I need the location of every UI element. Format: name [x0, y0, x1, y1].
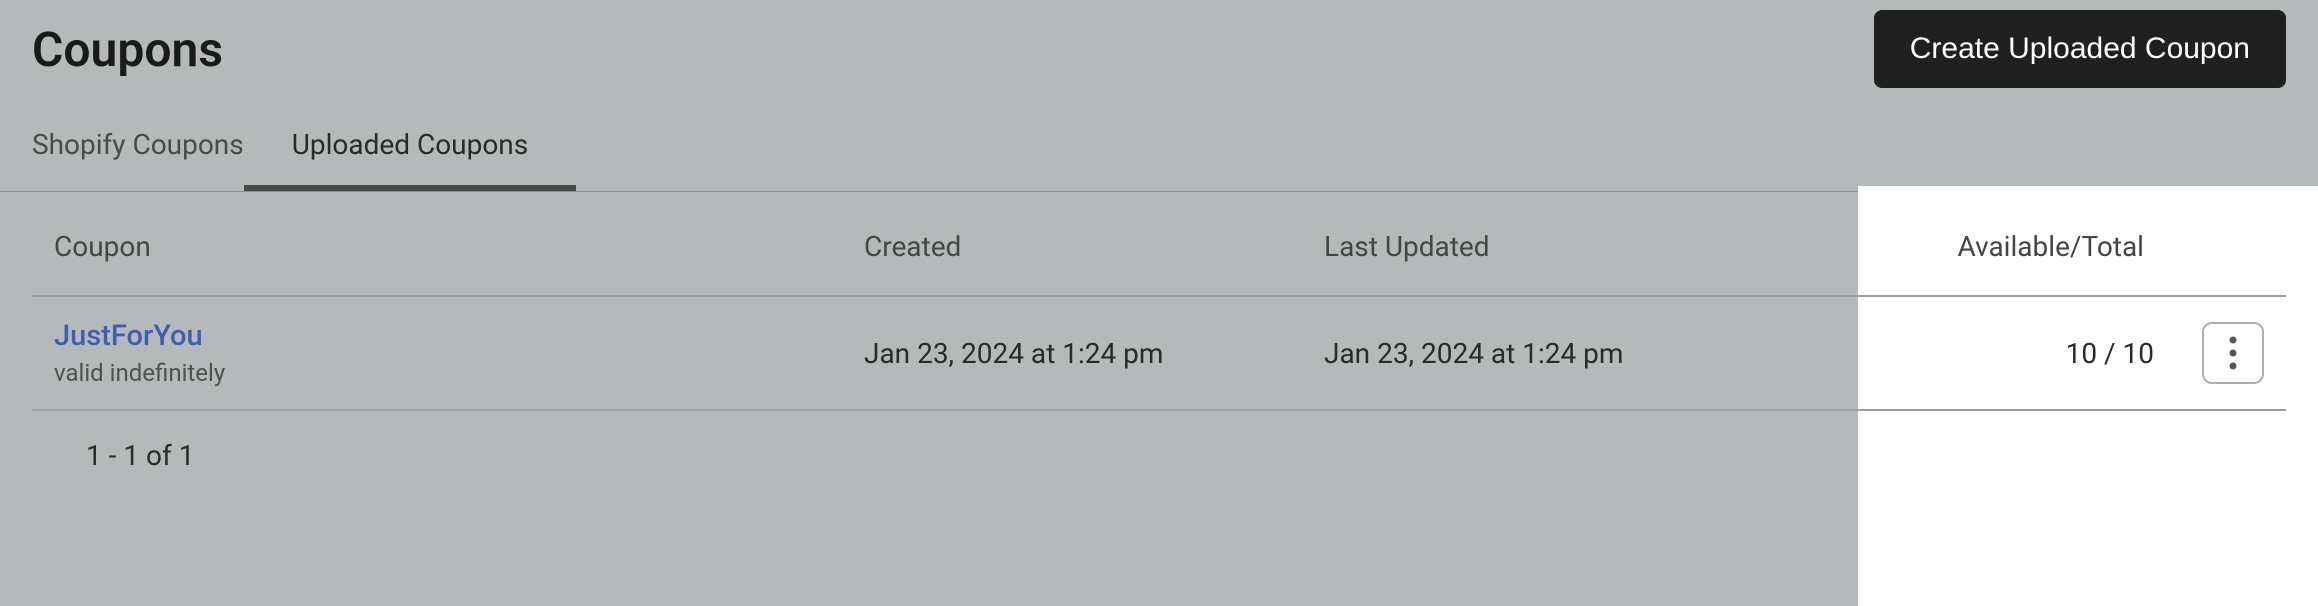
tabs: Shopify Coupons Uploaded Coupons — [0, 88, 2318, 192]
create-uploaded-coupon-button[interactable]: Create Uploaded Coupon — [1874, 10, 2286, 88]
more-actions-button[interactable] — [2202, 322, 2264, 384]
coupon-available-total: 10 / 10 — [2066, 337, 2154, 370]
coupon-name-link[interactable]: JustForYou — [54, 319, 864, 353]
coupon-validity: valid indefinitely — [54, 359, 864, 387]
coupon-created: Jan 23, 2024 at 1:24 pm — [864, 337, 1324, 370]
column-header-updated: Last Updated — [1324, 230, 1924, 263]
table-row: JustForYou valid indefinitely Jan 23, 20… — [32, 297, 2286, 411]
column-header-available: Available/Total — [1924, 230, 2264, 263]
table-header: Coupon Created Last Updated Available/To… — [32, 192, 2286, 297]
tab-uploaded-coupons[interactable]: Uploaded Coupons — [292, 128, 529, 191]
page-title: Coupons — [32, 21, 223, 78]
more-vertical-icon — [2229, 336, 2237, 370]
tab-shopify-coupons[interactable]: Shopify Coupons — [32, 128, 244, 191]
column-header-coupon: Coupon — [54, 230, 864, 263]
column-header-created: Created — [864, 230, 1324, 263]
pagination-text: 1 - 1 of 1 — [32, 411, 2286, 500]
coupon-updated: Jan 23, 2024 at 1:24 pm — [1324, 337, 1924, 370]
